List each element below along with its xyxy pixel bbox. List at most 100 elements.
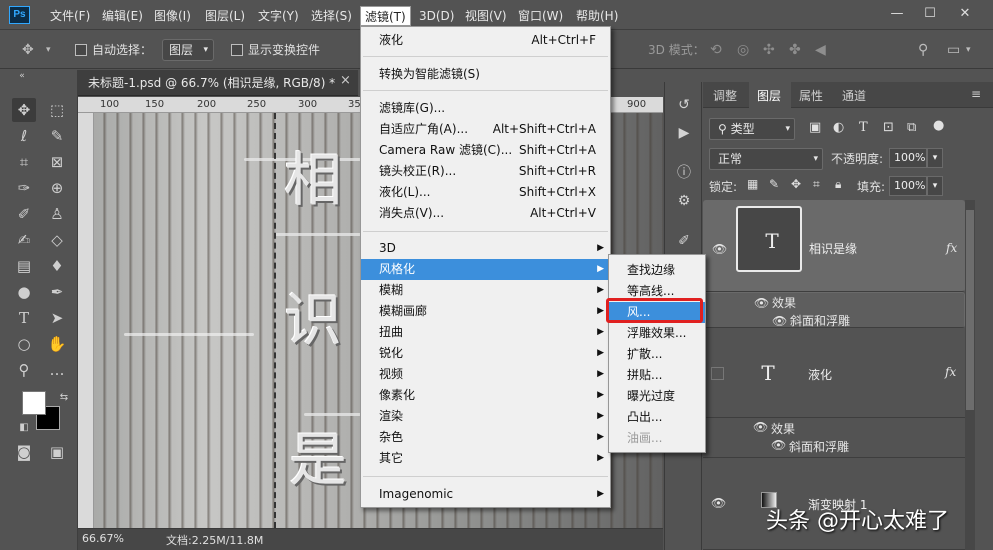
- submenu-item-extrude[interactable]: 凸出...: [609, 407, 705, 428]
- pan-3d-icon[interactable]: ✣: [763, 40, 775, 60]
- properties-icon[interactable]: ⚙: [672, 190, 696, 212]
- more-tools-icon[interactable]: …: [45, 358, 69, 382]
- menu-item-vanishing-point[interactable]: 消失点(V)... Alt+Ctrl+V: [361, 203, 610, 224]
- menu-item-3d[interactable]: 3D ▶: [361, 238, 610, 259]
- menu-file[interactable]: 文件(F): [46, 6, 94, 26]
- panel-menu-icon[interactable]: ≡: [971, 87, 981, 101]
- maximize-button[interactable]: ☐: [915, 4, 945, 24]
- menu-item-liquify[interactable]: 液化(L)... Shift+Ctrl+X: [361, 182, 610, 203]
- menu-item-video[interactable]: 视频 ▶: [361, 364, 610, 385]
- lock-all-icon[interactable]: 🔒︎: [835, 177, 841, 192]
- info-icon[interactable]: ⓘ: [672, 162, 696, 184]
- dodge-tool-icon[interactable]: ●: [12, 280, 36, 304]
- move-tool-icon[interactable]: ✥: [22, 40, 34, 60]
- menu-item-convert-smart-filter[interactable]: 转换为智能滤镜(S): [361, 64, 610, 85]
- menu-item-pixelate[interactable]: 像素化 ▶: [361, 385, 610, 406]
- menu-item-blur-gallery[interactable]: 模糊画廊 ▶: [361, 301, 610, 322]
- effect-name[interactable]: 斜面和浮雕: [789, 438, 849, 455]
- document-tab[interactable]: 未标题-1.psd @ 66.7% (相识是缘, RGB/8) * ×: [78, 70, 358, 96]
- layer-filter-select[interactable]: ⚲ 类型 ▾: [709, 118, 795, 140]
- brush-settings-icon[interactable]: ✐: [672, 230, 696, 252]
- eye-icon[interactable]: 👁︎: [753, 420, 768, 434]
- layer-row[interactable]: 👁︎ T 相识是缘 fx: [703, 200, 965, 292]
- menu-item-adaptive-wide-angle[interactable]: 自适应广角(A)... Alt+Shift+Ctrl+A: [361, 119, 610, 140]
- lasso-tool-icon[interactable]: ℓ: [12, 124, 36, 148]
- stamp-tool-icon[interactable]: ♙: [45, 202, 69, 226]
- lock-transparent-icon[interactable]: ▦: [747, 177, 758, 191]
- menu-item-lens-correction[interactable]: 镜头校正(R)... Shift+Ctrl+R: [361, 161, 610, 182]
- path-select-tool-icon[interactable]: ➤: [45, 306, 69, 330]
- scrollbar[interactable]: [965, 200, 975, 550]
- submenu-item-tiles[interactable]: 拼贴...: [609, 365, 705, 386]
- lock-pixels-icon[interactable]: ✎: [769, 177, 779, 191]
- menu-image[interactable]: 图像(I): [150, 6, 195, 26]
- menu-item-blur[interactable]: 模糊 ▶: [361, 280, 610, 301]
- tab-layers[interactable]: 图层: [757, 87, 781, 104]
- menu-item-sharpen[interactable]: 锐化 ▶: [361, 343, 610, 364]
- auto-select-checkbox[interactable]: [75, 44, 87, 56]
- filter-smart-icon[interactable]: ⧉: [907, 120, 916, 135]
- marquee-tool-icon[interactable]: ⬚: [45, 98, 69, 122]
- quick-mask-icon[interactable]: ◙: [12, 440, 36, 464]
- chevron-down-icon[interactable]: ▾: [46, 40, 51, 60]
- layer-row[interactable]: T 液化 fx: [703, 328, 965, 418]
- crop-tool-icon[interactable]: ⌗: [12, 150, 36, 174]
- opacity-field[interactable]: 100%: [889, 148, 927, 168]
- close-window-button[interactable]: ✕: [950, 4, 980, 24]
- roll-3d-icon[interactable]: ◎: [737, 40, 749, 60]
- menu-select[interactable]: 选择(S): [307, 6, 356, 26]
- menu-item-stylize[interactable]: 风格化 ▶: [361, 259, 610, 280]
- workspace-icon[interactable]: ▭: [947, 40, 960, 60]
- eye-icon[interactable]: 👁︎: [712, 239, 727, 259]
- blend-mode-select[interactable]: 正常 ▾: [709, 148, 823, 170]
- layer-name[interactable]: 液化: [808, 366, 832, 383]
- filter-toggle-icon[interactable]: ●: [933, 118, 944, 133]
- menu-layer[interactable]: 图层(L): [201, 6, 249, 26]
- filter-adjust-icon[interactable]: ◐: [833, 120, 844, 135]
- menu-item-imagenomic[interactable]: Imagenomic ▶: [361, 484, 610, 505]
- slide-3d-icon[interactable]: ✤: [789, 40, 801, 60]
- eraser-tool-icon[interactable]: ◇: [45, 228, 69, 252]
- screen-mode-icon[interactable]: ▣: [45, 440, 69, 464]
- search-icon[interactable]: ⚲: [918, 40, 928, 60]
- menu-filter[interactable]: 滤镜(T): [360, 6, 411, 26]
- history-brush-icon[interactable]: ✍: [12, 228, 36, 252]
- filter-pixel-icon[interactable]: ▣: [809, 120, 821, 135]
- eye-icon[interactable]: 👁︎: [754, 293, 769, 313]
- eyedropper-tool-icon[interactable]: ✑: [12, 176, 36, 200]
- menu-item-liquify-last[interactable]: 液化 Alt+Ctrl+F: [361, 30, 610, 51]
- fill-field[interactable]: 100%: [889, 176, 927, 196]
- menu-item-noise[interactable]: 杂色 ▶: [361, 427, 610, 448]
- pen-tool-icon[interactable]: ✒: [45, 280, 69, 304]
- minimize-button[interactable]: —: [882, 4, 912, 24]
- chevron-down-icon[interactable]: ▾: [927, 148, 943, 168]
- tab-adjustments[interactable]: 调整: [713, 87, 737, 104]
- menu-edit[interactable]: 编辑(E): [98, 6, 147, 26]
- zoom-level[interactable]: 66.67%: [82, 532, 124, 545]
- menu-item-other[interactable]: 其它 ▶: [361, 448, 610, 469]
- gradient-tool-icon[interactable]: ▤: [12, 254, 36, 278]
- frame-tool-icon[interactable]: ⊠: [45, 150, 69, 174]
- submenu-item-solarize[interactable]: 曝光过度: [609, 386, 705, 407]
- blur-tool-icon[interactable]: ♦: [45, 254, 69, 278]
- chevron-down-icon[interactable]: ▾: [966, 40, 971, 60]
- type-tool-icon[interactable]: T: [12, 306, 36, 330]
- menu-item-filter-gallery[interactable]: 滤镜库(G)...: [361, 98, 610, 119]
- orbit-3d-icon[interactable]: ⟲: [710, 40, 722, 60]
- menu-item-camera-raw[interactable]: Camera Raw 滤镜(C)... Shift+Ctrl+A: [361, 140, 610, 161]
- scale-3d-icon[interactable]: ◀: [815, 40, 826, 60]
- tab-channels[interactable]: 通道: [842, 87, 866, 104]
- lock-artboard-icon[interactable]: ⌗: [813, 177, 820, 192]
- collapse-icon[interactable]: «: [10, 70, 34, 82]
- menu-window[interactable]: 窗口(W): [514, 6, 567, 26]
- zoom-tool-icon[interactable]: ⚲: [12, 358, 36, 382]
- quick-select-tool-icon[interactable]: ✎: [45, 124, 69, 148]
- healing-tool-icon[interactable]: ⊕: [45, 176, 69, 200]
- history-icon[interactable]: ↺: [672, 94, 696, 116]
- default-colors-icon[interactable]: ◧: [12, 416, 36, 440]
- menu-help[interactable]: 帮助(H): [572, 6, 622, 26]
- close-icon[interactable]: ×: [340, 73, 351, 88]
- menu-view[interactable]: 视图(V): [461, 6, 511, 26]
- chevron-down-icon[interactable]: ▾: [927, 176, 943, 196]
- menu-item-render[interactable]: 渲染 ▶: [361, 406, 610, 427]
